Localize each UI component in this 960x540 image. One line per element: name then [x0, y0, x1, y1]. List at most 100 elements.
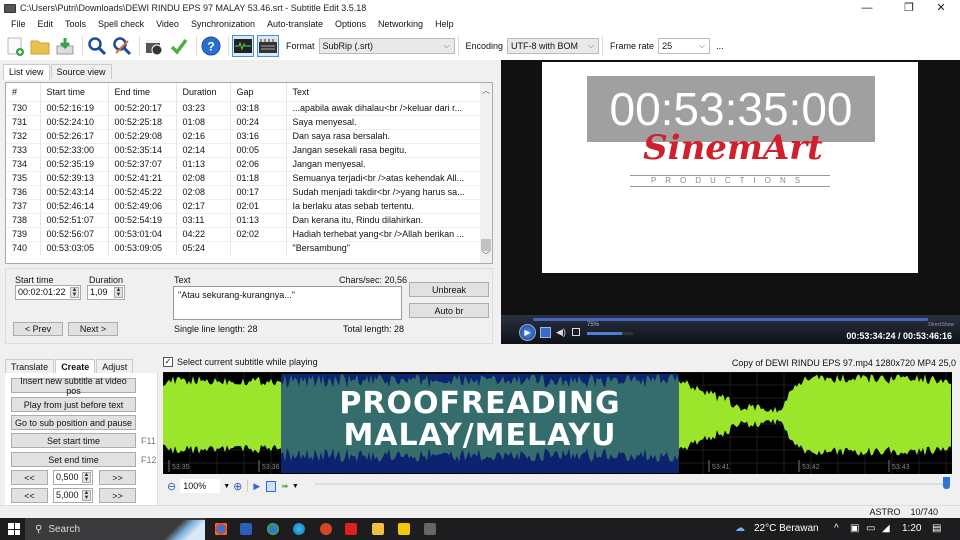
- menu-auto-translate[interactable]: Auto-translate: [261, 19, 329, 29]
- next-button[interactable]: Next >: [68, 322, 118, 336]
- table-row[interactable]: 739 00:52:56:07 00:53:01:04 04:22 02:02 Hadia…: [6, 226, 482, 241]
- zoom-in-icon[interactable]: ⊕: [233, 480, 242, 493]
- chevron-down-icon[interactable]: ▼: [292, 483, 299, 490]
- visual-sync-icon[interactable]: [143, 35, 165, 57]
- forward-large-button[interactable]: >>: [99, 488, 136, 503]
- table-row[interactable]: 735 00:52:39:13 00:52:41:21 02:08 01:18 Semua…: [6, 170, 482, 185]
- list-scrollbar[interactable]: ︿ ﹀: [480, 83, 492, 263]
- select-current-subtitle-checkbox[interactable]: ✓ Select current subtitle while playing: [163, 357, 318, 367]
- volume-icon[interactable]: ◀): [556, 327, 566, 338]
- subtitle-edit-taskbar-icon[interactable]: [424, 523, 436, 535]
- maximize-button[interactable]: ❐: [894, 0, 924, 16]
- unbreak-button[interactable]: Unbreak: [409, 282, 489, 297]
- duration-input[interactable]: 1,09 ▲ ▼: [87, 285, 125, 300]
- spinner-icon[interactable]: ▲ ▼: [114, 287, 123, 298]
- windows-start-icon[interactable]: [8, 523, 20, 535]
- chrome-profile-icon[interactable]: [267, 523, 279, 535]
- wifi-icon[interactable]: ◢: [882, 523, 890, 534]
- menu-help[interactable]: Help: [429, 19, 460, 29]
- format-dropdown[interactable]: SubRip (.srt) ⌵: [318, 38, 455, 54]
- menu-options[interactable]: Options: [329, 19, 372, 29]
- menu-video[interactable]: Video: [150, 19, 185, 29]
- spinner-icon[interactable]: ▲ ▼: [70, 287, 79, 298]
- menu-edit[interactable]: Edit: [32, 19, 60, 29]
- tray-chevron-up-icon[interactable]: ^: [834, 523, 839, 534]
- notifications-icon[interactable]: ▤: [932, 523, 941, 534]
- edge-icon[interactable]: [293, 523, 305, 535]
- video-seek-bar[interactable]: [533, 318, 928, 321]
- weather-text[interactable]: 22°C Berawan: [754, 523, 819, 534]
- subtitle-text-input[interactable]: "Atau sekurang-kurangnya...": [173, 286, 402, 320]
- menu-tools[interactable]: Tools: [59, 19, 92, 29]
- more-button[interactable]: ...: [716, 41, 724, 51]
- file-explorer-icon[interactable]: [372, 523, 384, 535]
- video-player[interactable]: 00:53:35:00 SinemArt PRODUCTIONS ▶ ◀) 75…: [501, 60, 960, 344]
- chevron-down-icon[interactable]: ▼: [223, 483, 230, 490]
- forward-arrows-icon[interactable]: ➠: [281, 481, 289, 492]
- table-row[interactable]: 730 00:52:16:19 00:52:20:17 03:23 03:18 ...ap…: [6, 100, 482, 115]
- open-folder-icon[interactable]: [29, 35, 51, 57]
- col-gap[interactable]: Gap: [230, 83, 287, 101]
- fullscreen-icon[interactable]: [572, 328, 580, 336]
- back-small-button[interactable]: <<: [11, 470, 48, 485]
- subtitle-list[interactable]: # Start time End time Duration Gap Text …: [5, 82, 493, 264]
- powerpoint-icon[interactable]: [320, 523, 332, 535]
- acrobat-icon[interactable]: [345, 523, 357, 535]
- waveform-slider-thumb[interactable]: [943, 477, 950, 489]
- stop-icon[interactable]: [540, 327, 551, 338]
- clock[interactable]: 1:20: [902, 523, 921, 534]
- tab-adjust[interactable]: Adjust: [96, 359, 134, 374]
- play-icon[interactable]: ▶: [519, 324, 536, 341]
- table-row[interactable]: 734 00:52:35:19 00:52:37:07 01:13 02:06 Janga…: [6, 156, 482, 171]
- taskbar-search[interactable]: ⚲ Search: [25, 518, 205, 540]
- save-download-icon[interactable]: [54, 35, 76, 57]
- play-selection-icon[interactable]: ▶: [253, 481, 260, 492]
- scroll-down-icon[interactable]: ﹀: [482, 250, 490, 261]
- menu-synchronization[interactable]: Synchronization: [185, 19, 261, 29]
- col-text[interactable]: Text: [286, 83, 482, 101]
- auto-br-button[interactable]: Auto br: [409, 303, 489, 318]
- tab-source-view[interactable]: Source view: [50, 64, 112, 79]
- checkbox-checked-icon[interactable]: ✓: [163, 357, 173, 367]
- word-icon[interactable]: [240, 523, 252, 535]
- menu-networking[interactable]: Networking: [372, 19, 429, 29]
- table-row[interactable]: 738 00:52:51:07 00:52:54:19 03:11 01:13 Dan k…: [6, 212, 482, 227]
- video-toggle-icon[interactable]: [257, 35, 279, 57]
- help-icon[interactable]: ?: [200, 35, 222, 57]
- table-row[interactable]: 737 00:52:46:14 00:52:49:06 02:17 02:01 Ia be…: [6, 198, 482, 213]
- table-row[interactable]: 733 00:52:33:00 00:52:35:14 02:14 00:05 Janga…: [6, 142, 482, 157]
- find-icon[interactable]: [86, 35, 108, 57]
- zoom-out-icon[interactable]: ⊖: [167, 480, 176, 493]
- tab-translate[interactable]: Translate: [5, 359, 55, 374]
- start-time-input[interactable]: 00:02:01:22 ▲ ▼: [15, 285, 81, 300]
- small-step-input[interactable]: 0,500 ▲ ▼: [53, 470, 93, 485]
- spinner-icon[interactable]: ▲ ▼: [82, 490, 91, 501]
- col-duration[interactable]: Duration: [176, 83, 231, 101]
- menu-file[interactable]: File: [5, 19, 32, 29]
- tab-list-view[interactable]: List view: [3, 64, 50, 80]
- scroll-up-icon[interactable]: ︿: [482, 85, 490, 96]
- split-icon[interactable]: [266, 480, 277, 492]
- set-start-time-button[interactable]: Set start time: [11, 433, 136, 448]
- minimize-button[interactable]: —: [852, 0, 882, 16]
- table-row[interactable]: 732 00:52:26:17 00:52:29:08 02:16 03:16 Dan s…: [6, 128, 482, 143]
- set-end-time-button[interactable]: Set end time: [11, 452, 136, 467]
- table-row[interactable]: 736 00:52:43:14 00:52:45:22 02:08 00:17 Sudah…: [6, 184, 482, 199]
- goto-sub-pause-button[interactable]: Go to sub position and pause: [11, 415, 136, 430]
- sticky-notes-icon[interactable]: [398, 523, 410, 535]
- waveform-position-slider[interactable]: [315, 483, 947, 485]
- forward-small-button[interactable]: >>: [99, 470, 136, 485]
- weather-icon[interactable]: ☁: [735, 523, 745, 534]
- table-row[interactable]: 731 00:52:24:10 00:52:25:18 01:08 00:24 Saya …: [6, 114, 482, 129]
- spinner-icon[interactable]: ▲ ▼: [82, 472, 91, 483]
- chrome-icon[interactable]: [215, 523, 227, 535]
- frame-rate-dropdown[interactable]: 25 ⌵: [658, 38, 711, 54]
- col-start-time[interactable]: Start time: [40, 83, 109, 101]
- waveform-toggle-icon[interactable]: [232, 35, 254, 57]
- col-end-time[interactable]: End time: [108, 83, 177, 101]
- play-before-text-button[interactable]: Play from just before text: [11, 397, 136, 412]
- large-step-input[interactable]: 5,000 ▲ ▼: [53, 488, 93, 503]
- zoom-level[interactable]: 100%: [180, 479, 221, 493]
- replace-icon[interactable]: [111, 35, 133, 57]
- insert-subtitle-button[interactable]: Insert new subtitle at video pos: [11, 376, 136, 396]
